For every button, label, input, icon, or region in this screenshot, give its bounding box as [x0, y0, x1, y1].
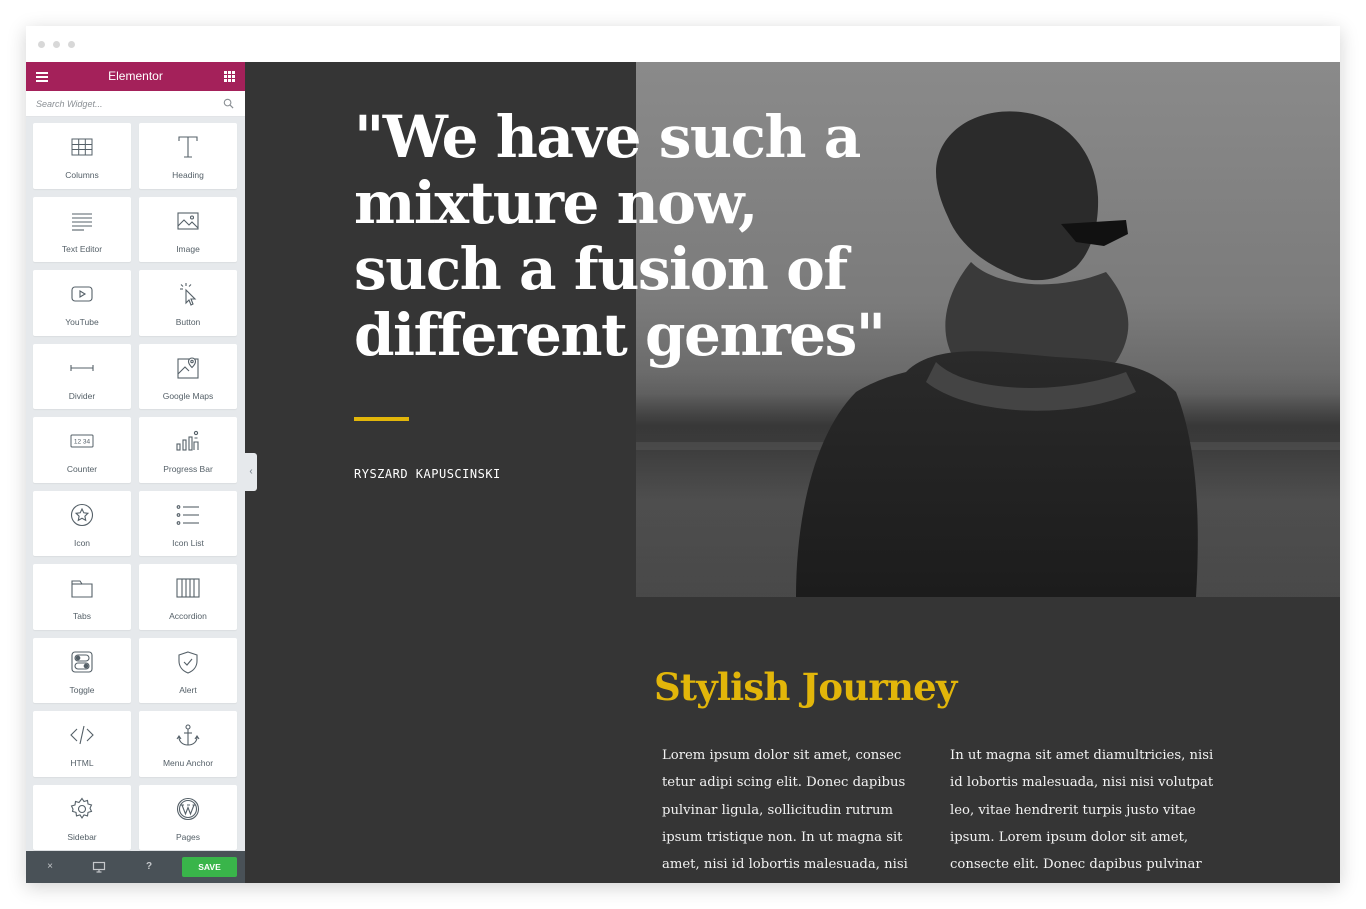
- alert-icon: [178, 650, 198, 674]
- widget-image[interactable]: Image: [139, 196, 237, 262]
- widget-label: Columns: [65, 170, 99, 180]
- text-column-right: In ut magna sit amet diamultricies, nisi…: [950, 748, 1214, 873]
- star-icon: [70, 503, 94, 526]
- quote-author: RYSZARD KAPUSCINSKI: [354, 467, 501, 481]
- widget-sidebar[interactable]: Sidebar: [33, 784, 131, 850]
- youtube-icon: [71, 286, 93, 302]
- quote-heading: "We have such a mixture now, such a fusi…: [354, 103, 886, 369]
- search-input[interactable]: [36, 96, 216, 112]
- collapse-panel-toggle[interactable]: ‹: [245, 453, 257, 491]
- window-dot-close[interactable]: [38, 41, 45, 48]
- section-title: Stylish Journey: [654, 665, 957, 709]
- widget-icon[interactable]: Icon: [33, 490, 131, 556]
- chevron-left-icon: ‹: [249, 466, 253, 477]
- help-icon[interactable]: ?: [142, 860, 156, 874]
- window-dot-maximize[interactable]: [68, 41, 75, 48]
- window-titlebar: [26, 26, 1340, 62]
- panel-footer: × ? SAVE: [26, 851, 245, 883]
- panel-title: Elementor: [108, 69, 163, 83]
- widget-label: Accordion: [169, 611, 207, 621]
- widget-label: Toggle: [69, 684, 95, 695]
- widget-html[interactable]: HTML: [33, 711, 131, 777]
- widget-button[interactable]: Button: [139, 270, 237, 336]
- anchor-icon: [176, 724, 200, 746]
- widget-progress-bar[interactable]: Progress Bar: [139, 417, 237, 483]
- widgets-grid-icon[interactable]: [224, 71, 235, 82]
- search-icon[interactable]: [223, 98, 234, 109]
- widget-label: Heading: [172, 170, 204, 180]
- heading-icon: [178, 136, 198, 158]
- widget-columns[interactable]: Columns: [33, 123, 131, 189]
- widget-search: [26, 91, 245, 117]
- panel-header: Elementor: [26, 62, 245, 91]
- close-icon[interactable]: ×: [43, 860, 57, 874]
- widget-heading[interactable]: Heading: [139, 123, 237, 189]
- widget-label: HTML: [70, 758, 94, 768]
- html-icon: [70, 725, 94, 745]
- widget-label: Google Maps: [162, 390, 214, 401]
- widget-alert[interactable]: Alert: [139, 637, 237, 703]
- widget-toggle[interactable]: Toggle: [33, 637, 131, 703]
- widget-label: Divider: [68, 390, 96, 401]
- widget-tabs[interactable]: Tabs: [33, 564, 131, 630]
- counter-icon: 12 34: [70, 434, 94, 448]
- image-icon: [177, 211, 199, 230]
- widget-pages[interactable]: Pages: [139, 784, 237, 850]
- button-icon: [180, 283, 197, 306]
- quote-divider: [354, 417, 409, 421]
- google-maps-icon: [177, 356, 199, 379]
- icon-list-icon: [176, 504, 199, 525]
- widget-label: Text Editor: [61, 243, 103, 254]
- widget-label: Progress Bar: [163, 464, 213, 474]
- browser-window: Elementor Columns Heading Text Editor: [26, 26, 1340, 883]
- widget-label: YouTube: [65, 317, 99, 327]
- widget-label: Pages: [175, 831, 201, 842]
- window-dot-minimize[interactable]: [53, 41, 60, 48]
- toggle-icon: [71, 650, 93, 673]
- widget-label: Menu Anchor: [162, 758, 214, 768]
- widget-youtube[interactable]: YouTube: [33, 270, 131, 336]
- widget-label: Tabs: [73, 611, 91, 621]
- text-editor-icon: [72, 212, 92, 231]
- save-button[interactable]: SAVE: [182, 857, 237, 877]
- widget-label: Icon List: [172, 537, 204, 548]
- gear-icon: [70, 797, 93, 819]
- widget-label: Alert: [179, 684, 197, 695]
- widget-icon-list[interactable]: Icon List: [139, 490, 237, 556]
- widget-label: Image: [176, 243, 200, 254]
- widget-label: Icon: [73, 537, 91, 548]
- widget-grid: Columns Heading Text Editor Image YouTub…: [33, 123, 238, 850]
- widget-label: Button: [175, 317, 201, 327]
- divider-icon: [70, 364, 94, 371]
- widget-label: Counter: [66, 464, 98, 474]
- widget-divider[interactable]: Divider: [33, 343, 131, 409]
- widget-menu-anchor[interactable]: Menu Anchor: [139, 711, 237, 777]
- accordion-icon: [176, 578, 200, 598]
- svg-text:12 34: 12 34: [74, 439, 91, 446]
- text-column-left: Lorem ipsum dolor sit amet, consec tetur…: [662, 748, 908, 873]
- widget-google-maps[interactable]: Google Maps: [139, 343, 237, 409]
- wordpress-icon: [176, 797, 200, 820]
- widget-accordion[interactable]: Accordion: [139, 564, 237, 630]
- tabs-icon: [71, 580, 93, 598]
- page-preview: "We have such a mixture now, such a fusi…: [245, 62, 1340, 883]
- elementor-panel: Elementor Columns Heading Text Editor: [26, 62, 245, 883]
- columns-icon: [71, 138, 93, 156]
- widget-label: Sidebar: [67, 831, 97, 842]
- widget-counter[interactable]: 12 34 Counter: [33, 417, 131, 483]
- progress-bar-icon: [176, 430, 199, 451]
- widget-text-editor[interactable]: Text Editor: [33, 196, 131, 262]
- monitor-icon[interactable]: [92, 860, 106, 874]
